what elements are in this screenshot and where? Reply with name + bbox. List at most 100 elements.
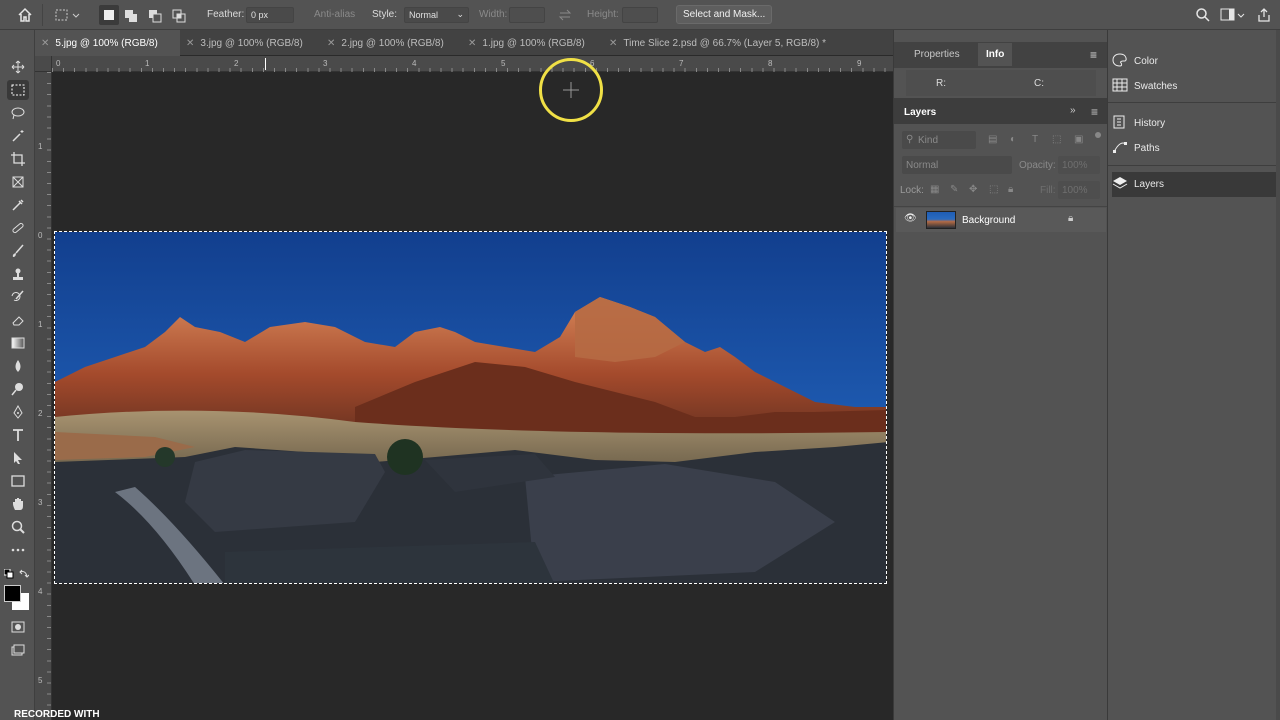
share-icon[interactable] [1256,7,1272,23]
brush-tool-icon[interactable] [7,241,29,261]
height-label: Height: [587,9,619,20]
fill-input[interactable]: 100% [1058,181,1100,199]
lock-position-icon[interactable]: ✥ [969,184,977,195]
tab-label: 2.jpg @ 100% (RGB/8) [341,38,444,49]
layer-name[interactable]: Background [962,215,1015,226]
color-palette-icon [1112,53,1128,70]
filter-smart-object-icon[interactable]: ▣ [1074,134,1083,145]
document-tabs: ✕ 5.jpg @ 100% (RGB/8) ✕ 3.jpg @ 100% (RGB… [35,30,893,56]
magic-wand-tool-icon[interactable] [7,126,29,146]
opacity-input[interactable]: 100% [1058,156,1100,174]
tab-info[interactable]: Info [978,43,1013,66]
vertical-ruler[interactable]: 1 0 1 2 3 4 5 [35,72,52,720]
subtract-selection-icon[interactable] [148,9,162,23]
home-icon[interactable] [17,7,33,23]
width-input[interactable] [509,7,545,23]
lock-all-icon[interactable]: 🔒︎ [1008,184,1013,195]
add-selection-icon[interactable] [124,9,138,23]
filter-toggle-icon[interactable] [1095,132,1101,138]
blur-tool-icon[interactable] [7,356,29,376]
panel-menu-icon[interactable]: ≡ [1090,48,1097,62]
tab-properties[interactable]: Properties [914,49,960,60]
filter-type-icon[interactable]: T [1032,134,1038,145]
panel-color[interactable]: Color [1112,49,1276,74]
foreground-color-swatch[interactable] [4,585,21,602]
screen-mode-icon[interactable] [7,640,29,660]
crop-tool-icon[interactable] [7,149,29,169]
gradient-tool-icon[interactable] [7,333,29,353]
filter-shape-icon[interactable]: ⬚ [1052,134,1061,145]
rectangle-tool-icon[interactable] [7,471,29,491]
anti-alias-checkbox[interactable]: Anti-alias [314,9,355,20]
type-tool-icon[interactable] [7,425,29,445]
tab-1-jpg[interactable]: ✕ 1.jpg @ 100% (RGB/8) [462,30,603,56]
eyedropper-tool-icon[interactable] [7,195,29,215]
visibility-eye-icon[interactable]: 👁︎ [904,213,917,224]
lock-image-icon[interactable]: ✎ [950,184,958,195]
height-input[interactable] [622,7,658,23]
close-icon[interactable]: ✕ [468,38,476,49]
panel-label: History [1134,118,1166,129]
ruler-label: 1 [38,320,43,329]
close-icon[interactable]: ✕ [186,38,194,49]
panel-paths[interactable]: Paths [1112,136,1276,161]
ruler-label: 3 [38,498,43,507]
dodge-tool-icon[interactable] [7,379,29,399]
pen-tool-icon[interactable] [7,402,29,422]
marquee-preset-icon[interactable] [54,7,80,23]
ruler-corner[interactable] [35,56,52,72]
tab-time-slice-psd[interactable]: ✕ Time Slice 2.psd @ 66.7% (Layer 5, RGB/… [603,30,893,56]
zoom-tool-icon[interactable] [7,517,29,537]
swap-icon[interactable] [558,8,572,22]
close-icon[interactable]: ✕ [41,38,49,49]
frame-tool-icon[interactable] [7,172,29,192]
filter-adjustment-icon[interactable]: ◐ [1010,134,1016,145]
lasso-tool-icon[interactable] [7,103,29,123]
more-tools-icon[interactable] [7,540,29,560]
eraser-tool-icon[interactable] [7,310,29,330]
intersect-selection-icon[interactable] [172,9,186,23]
layer-filter-select[interactable]: ⚲ Kind [902,131,976,149]
feather-input[interactable]: 0 px [246,7,294,23]
close-icon[interactable]: ✕ [609,38,617,49]
panorama-photo [55,232,886,583]
ruler-label: 0 [38,231,43,240]
collapse-icon[interactable]: » [1070,105,1076,116]
tab-2-jpg[interactable]: ✕ 2.jpg @ 100% (RGB/8) [321,30,462,56]
tab-5-jpg[interactable]: ✕ 5.jpg @ 100% (RGB/8) [35,30,180,56]
divider [42,4,43,26]
divider [1108,102,1280,103]
swap-colors-icon[interactable] [19,569,29,579]
new-selection-icon[interactable] [99,5,119,25]
hand-tool-icon[interactable] [7,494,29,514]
history-brush-tool-icon[interactable] [7,287,29,307]
panel-history[interactable]: History [1112,111,1276,136]
workspace-icon[interactable] [1220,7,1246,23]
select-and-mask-button[interactable]: Select and Mask... [676,5,773,24]
panel-layers[interactable]: Layers [1112,172,1276,197]
lock-transparent-icon[interactable]: ▦ [930,184,939,195]
tab-3-jpg[interactable]: ✕ 3.jpg @ 100% (RGB/8) [180,30,321,56]
default-colors-icon[interactable] [4,569,14,579]
clone-stamp-tool-icon[interactable] [7,264,29,284]
dock-edge[interactable] [1276,30,1280,720]
path-selection-tool-icon[interactable] [7,448,29,468]
layers-stack-icon [1112,176,1128,193]
lock-artboard-icon[interactable]: ⬚ [989,184,998,195]
info-r-label: R: [936,78,946,89]
panel-menu-icon[interactable]: ≡ [1091,105,1098,119]
quick-mask-icon[interactable] [7,617,29,637]
move-tool-icon[interactable] [7,57,29,77]
search-icon[interactable] [1195,7,1211,23]
horizontal-ruler[interactable]: 0 1 2 3 4 5 6 7 8 9 [52,56,893,72]
document-image[interactable] [54,231,887,584]
style-select[interactable]: Normal ⌄ [404,7,469,23]
blend-mode-select[interactable]: Normal [902,156,1012,174]
close-icon[interactable]: ✕ [327,38,335,49]
rectangular-marquee-tool-icon[interactable] [7,80,29,100]
panel-swatches[interactable]: Swatches [1112,74,1276,99]
healing-brush-tool-icon[interactable] [7,218,29,238]
filter-pixel-icon[interactable]: ▤ [988,134,997,145]
layer-row-background[interactable]: 👁︎ Background 🔒︎ [896,208,1106,232]
layers-panel-title[interactable]: Layers [904,107,936,118]
